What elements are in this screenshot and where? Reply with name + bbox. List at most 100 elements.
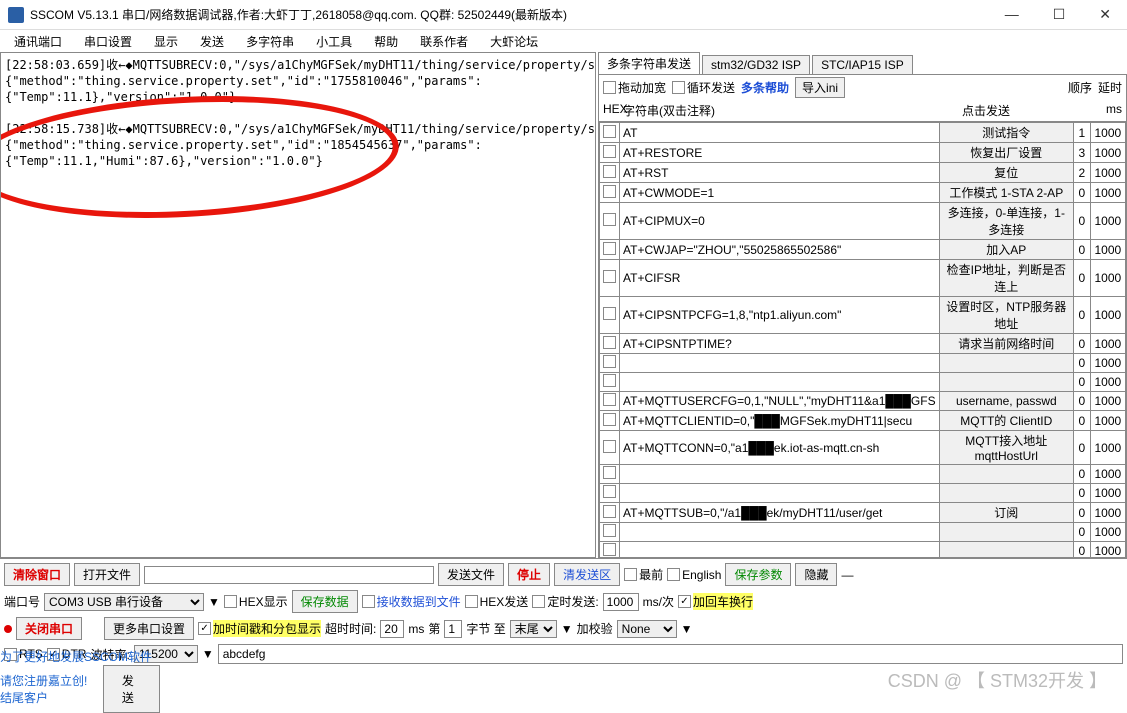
row-hex-checkbox[interactable]	[603, 165, 616, 178]
row-seq-cell[interactable]: 0	[1074, 465, 1091, 484]
menu-item-1[interactable]: 串口设置	[74, 31, 142, 52]
row-cmd-cell[interactable]	[620, 373, 940, 392]
close-button[interactable]: ✕	[1091, 6, 1119, 23]
baud-dropdown-icon[interactable]: ▼	[202, 647, 214, 661]
row-send-button[interactable]	[939, 542, 1073, 559]
row-send-button[interactable]: MQTT接入地址 mqttHostUrl	[939, 431, 1073, 465]
row-cmd-cell[interactable]: AT+CIPMUX=0	[620, 203, 940, 240]
row-delay-cell[interactable]: 1000	[1090, 334, 1125, 354]
end-dropdown-icon[interactable]: ▼	[561, 622, 573, 636]
timestamp-checkbox[interactable]	[198, 622, 211, 635]
row-hex-checkbox[interactable]	[603, 213, 616, 226]
row-hex-checkbox[interactable]	[603, 393, 616, 406]
row-cmd-cell[interactable]: AT+MQTTCLIENTID=0,"███MGFSek.myDHT11|sec…	[620, 411, 940, 431]
more-port-settings-button[interactable]: 更多串口设置	[104, 617, 194, 640]
row-hex-checkbox[interactable]	[603, 543, 616, 556]
row-cmd-cell[interactable]	[620, 542, 940, 559]
row-seq-cell[interactable]: 0	[1074, 373, 1091, 392]
row-send-button[interactable]: 工作模式 1-STA 2-AP	[939, 183, 1073, 203]
save-data-button[interactable]: 保存数据	[292, 590, 358, 613]
row-delay-cell[interactable]: 1000	[1090, 392, 1125, 411]
crc-select[interactable]: None	[617, 620, 677, 638]
row-hex-checkbox[interactable]	[603, 485, 616, 498]
row-seq-cell[interactable]: 0	[1074, 484, 1091, 503]
row-cmd-cell[interactable]: AT+CWMODE=1	[620, 183, 940, 203]
row-delay-cell[interactable]: 1000	[1090, 373, 1125, 392]
row-cmd-cell[interactable]: AT+CIPSNTPCFG=1,8,"ntp1.aliyun.com"	[620, 297, 940, 334]
row-cmd-cell[interactable]: AT+MQTTCONN=0,"a1███ek.iot-as-mqtt.cn-sh	[620, 431, 940, 465]
row-hex-checkbox[interactable]	[603, 440, 616, 453]
row-seq-cell[interactable]: 1	[1074, 123, 1091, 143]
row-hex-checkbox[interactable]	[603, 413, 616, 426]
row-send-button[interactable]: 复位	[939, 163, 1073, 183]
clear-window-button[interactable]: 清除窗口	[4, 563, 70, 586]
timeout-input[interactable]	[380, 620, 404, 638]
row-seq-cell[interactable]: 0	[1074, 203, 1091, 240]
row-cmd-cell[interactable]	[620, 484, 940, 503]
row-cmd-cell[interactable]: AT+CIFSR	[620, 260, 940, 297]
row-seq-cell[interactable]: 0	[1074, 503, 1091, 523]
row-seq-cell[interactable]: 0	[1074, 392, 1091, 411]
row-seq-cell[interactable]: 2	[1074, 163, 1091, 183]
row-cmd-cell[interactable]: AT+RST	[620, 163, 940, 183]
send-text-input[interactable]: abcdefg	[218, 644, 1123, 664]
row-delay-cell[interactable]: 1000	[1090, 240, 1125, 260]
open-file-button[interactable]: 打开文件	[74, 563, 140, 586]
row-send-button[interactable]: 检查IP地址，判断是否连上	[939, 260, 1073, 297]
row-cmd-cell[interactable]	[620, 354, 940, 373]
clear-send-button[interactable]: 清发送区	[554, 563, 620, 586]
close-port-button[interactable]: 关闭串口	[16, 617, 82, 640]
row-delay-cell[interactable]: 1000	[1090, 183, 1125, 203]
recv-to-file-checkbox[interactable]	[362, 595, 375, 608]
crc-dropdown-icon[interactable]: ▼	[681, 622, 693, 636]
row-hex-checkbox[interactable]	[603, 185, 616, 198]
row-delay-cell[interactable]: 1000	[1090, 163, 1125, 183]
row-hex-checkbox[interactable]	[603, 505, 616, 518]
row-send-button[interactable]	[939, 465, 1073, 484]
end-select[interactable]: 末尾	[510, 620, 557, 638]
dropdown-icon[interactable]: —	[841, 568, 853, 582]
hide-button[interactable]: 隐藏	[795, 563, 837, 586]
row-seq-cell[interactable]: 0	[1074, 354, 1091, 373]
menu-item-0[interactable]: 通讯端口	[4, 31, 72, 52]
file-path-input[interactable]	[144, 566, 434, 584]
row-seq-cell[interactable]: 3	[1074, 143, 1091, 163]
drag-widen-checkbox[interactable]	[603, 81, 616, 94]
stop-button[interactable]: 停止	[508, 563, 550, 586]
multi-help-link[interactable]: 多条帮助	[741, 79, 789, 96]
import-ini-button[interactable]: 导入ini	[795, 77, 845, 98]
row-delay-cell[interactable]: 1000	[1090, 431, 1125, 465]
row-send-button[interactable]: 订阅	[939, 503, 1073, 523]
menu-item-3[interactable]: 发送	[190, 31, 234, 52]
topmost-checkbox[interactable]	[624, 568, 637, 581]
row-hex-checkbox[interactable]	[603, 307, 616, 320]
tab-multi-string[interactable]: 多条字符串发送	[598, 52, 700, 74]
menu-item-5[interactable]: 小工具	[306, 31, 362, 52]
row-send-button[interactable]	[939, 354, 1073, 373]
row-send-button[interactable]	[939, 373, 1073, 392]
row-hex-checkbox[interactable]	[603, 355, 616, 368]
row-send-button[interactable]: 设置时区，NTP服务器地址	[939, 297, 1073, 334]
row-delay-cell[interactable]: 1000	[1090, 484, 1125, 503]
row-delay-cell[interactable]: 1000	[1090, 411, 1125, 431]
row-cmd-cell[interactable]: AT+CIPSNTPTIME?	[620, 334, 940, 354]
row-cmd-cell[interactable]: AT+RESTORE	[620, 143, 940, 163]
row-delay-cell[interactable]: 1000	[1090, 523, 1125, 542]
command-table-container[interactable]: AT测试指令11000AT+RESTORE恢复出厂设置31000AT+RST复位…	[598, 121, 1127, 558]
row-cmd-cell[interactable]: AT	[620, 123, 940, 143]
minimize-button[interactable]: —	[997, 6, 1027, 23]
row-hex-checkbox[interactable]	[603, 125, 616, 138]
menu-item-7[interactable]: 联系作者	[410, 31, 478, 52]
row-delay-cell[interactable]: 1000	[1090, 354, 1125, 373]
send-button[interactable]: 发 送	[103, 665, 160, 713]
row-cmd-cell[interactable]: AT+MQTTUSERCFG=0,1,"NULL","myDHT11&a1███…	[620, 392, 940, 411]
row-seq-cell[interactable]: 0	[1074, 260, 1091, 297]
row-seq-cell[interactable]: 0	[1074, 297, 1091, 334]
tab-stm32-isp[interactable]: stm32/GD32 ISP	[702, 55, 810, 74]
row-delay-cell[interactable]: 1000	[1090, 503, 1125, 523]
menu-item-8[interactable]: 大虾论坛	[480, 31, 548, 52]
hex-send-checkbox[interactable]	[465, 595, 478, 608]
timed-send-checkbox[interactable]	[532, 595, 545, 608]
row-send-button[interactable]: 多连接，0-单连接，1-多连接	[939, 203, 1073, 240]
row-send-button[interactable]: username, passwd	[939, 392, 1073, 411]
